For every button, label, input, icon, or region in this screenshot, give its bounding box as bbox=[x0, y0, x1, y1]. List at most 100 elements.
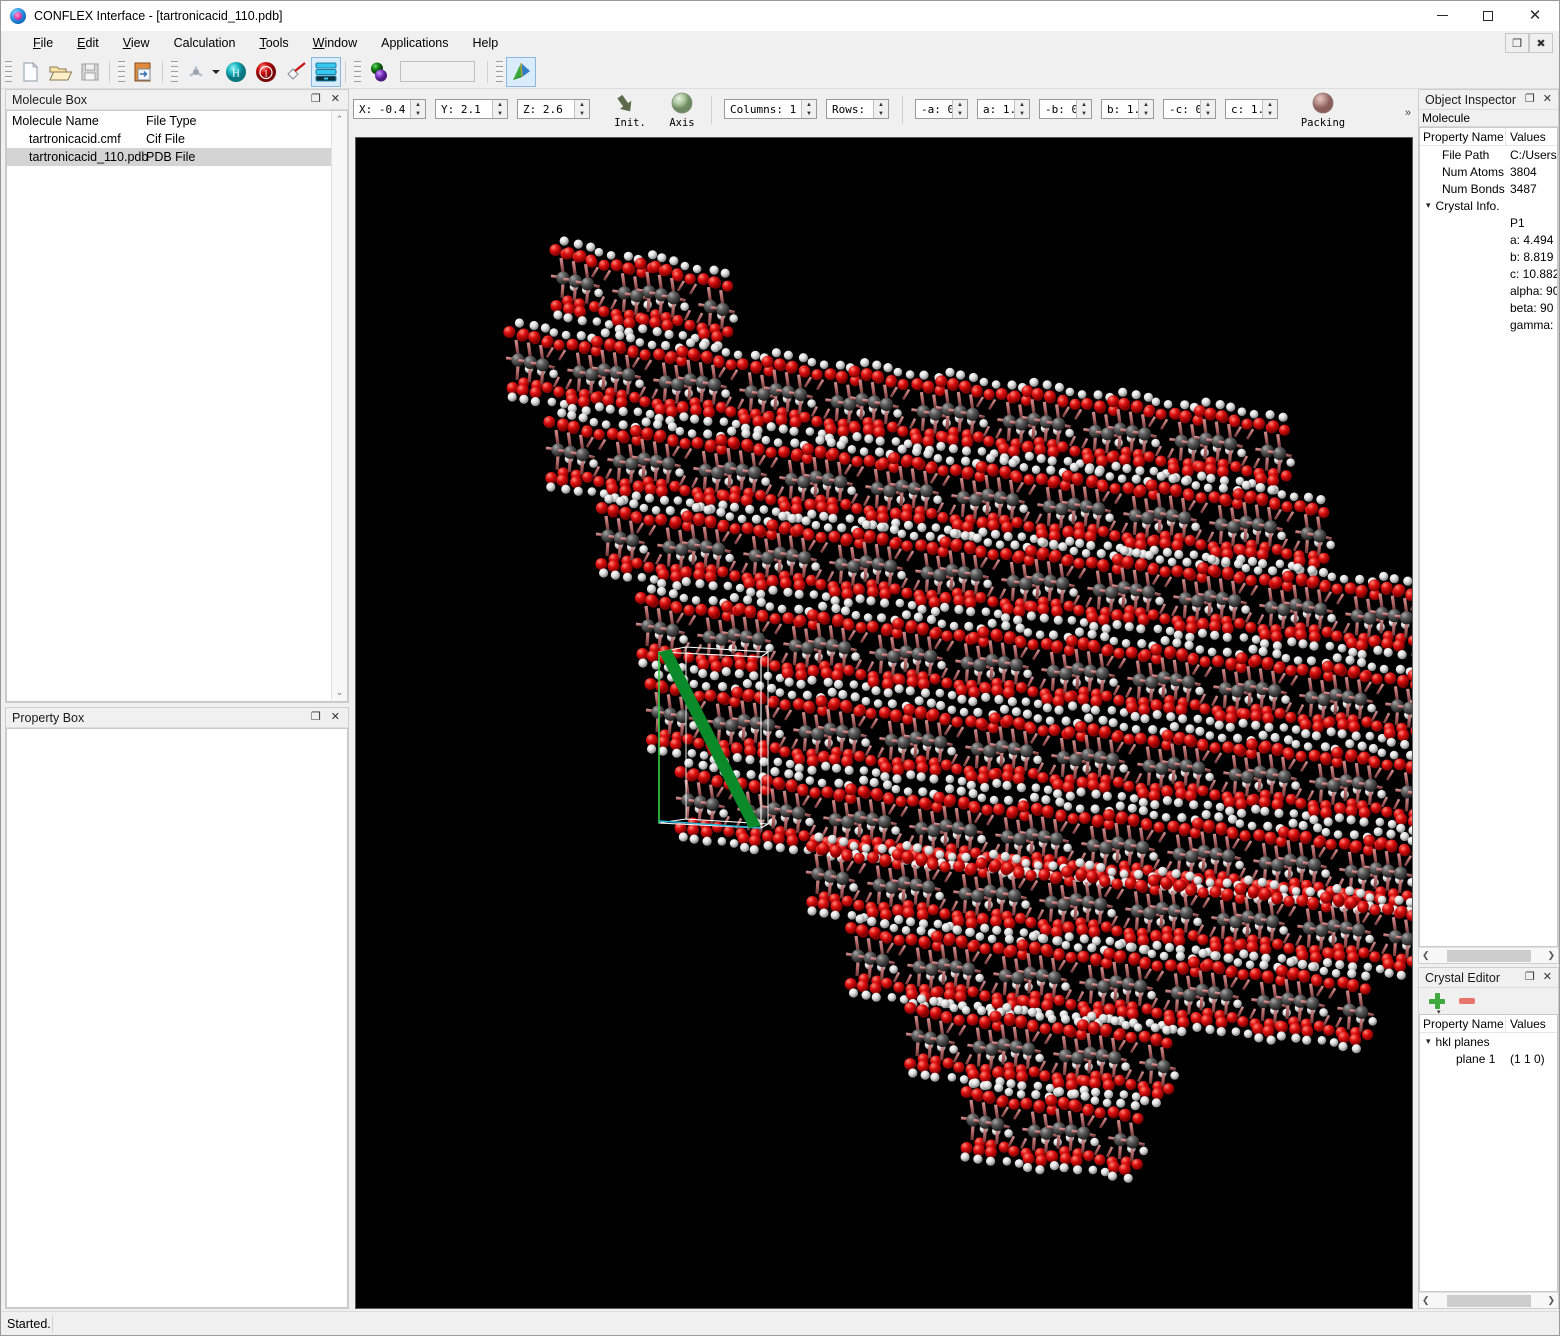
init-button[interactable]: Init. bbox=[609, 92, 651, 129]
property-name-expandable[interactable]: ▾ Crystal Info. bbox=[1420, 197, 1506, 214]
add-plane-button[interactable]: ▾ bbox=[1429, 993, 1445, 1016]
toolbar-overflow-button[interactable]: » bbox=[1405, 107, 1411, 119]
crystal-editor-float-button[interactable]: ❐ bbox=[1525, 972, 1535, 983]
x-offset-down-icon[interactable]: ▼ bbox=[411, 109, 425, 118]
z-offset-steppers[interactable]: ▲ ▼ bbox=[574, 100, 589, 118]
x-offset-steppers[interactable]: ▲ ▼ bbox=[410, 100, 425, 118]
rows-spinner[interactable]: Rows: 1 ▲ ▼ bbox=[826, 99, 889, 119]
toolbar-grip-2[interactable] bbox=[118, 60, 125, 83]
open-folder-button[interactable] bbox=[45, 57, 75, 87]
remove-plane-button[interactable] bbox=[1459, 998, 1475, 1004]
axis-toggle-button[interactable]: Axis bbox=[661, 92, 703, 129]
column-header-molecule-name[interactable]: Molecule Name bbox=[7, 114, 141, 128]
object-inspector-close-button[interactable]: ✕ bbox=[1543, 94, 1552, 105]
close-button[interactable]: ✕ bbox=[1511, 1, 1559, 31]
rows-down-icon[interactable]: ▼ bbox=[874, 109, 888, 118]
scroll-left-icon[interactable]: ❮ bbox=[1419, 1295, 1433, 1306]
packing-button[interactable]: Packing bbox=[1295, 92, 1351, 129]
model-dropdown-button[interactable] bbox=[211, 57, 221, 87]
z-offset-spinner[interactable]: Z: 2.6 ▲ ▼ bbox=[517, 99, 590, 119]
export-button[interactable] bbox=[128, 57, 158, 87]
neg-b-up-icon[interactable]: ▲ bbox=[1077, 100, 1091, 109]
pos-a-spinner[interactable]: a: 1.0 ▲ ▼ bbox=[977, 99, 1030, 119]
table-row[interactable]: c: 10.882 bbox=[1420, 265, 1557, 282]
menu-edit[interactable]: Edit bbox=[65, 33, 111, 53]
toolbar-grip[interactable] bbox=[5, 60, 12, 83]
pos-a-down-icon[interactable]: ▼ bbox=[1015, 109, 1029, 118]
rows-up-icon[interactable]: ▲ bbox=[874, 100, 888, 109]
list-item[interactable]: tartronicacid_110.pdb PDB File bbox=[7, 148, 331, 166]
table-row[interactable]: beta: 90 bbox=[1420, 299, 1557, 316]
menu-file[interactable]: File bbox=[21, 33, 65, 53]
atom-number-button[interactable]: 1 bbox=[251, 57, 281, 87]
pos-a-steppers[interactable]: ▲ ▼ bbox=[1014, 100, 1029, 118]
table-row[interactable]: ▾ hkl planes bbox=[1420, 1033, 1557, 1050]
mdi-restore-button[interactable]: ❐ bbox=[1505, 33, 1529, 53]
molecule-box-close-button[interactable]: ✕ bbox=[331, 94, 340, 105]
neg-a-spinner[interactable]: -a: 0.0 ▲ ▼ bbox=[915, 99, 968, 119]
toolbar-grip-4[interactable] bbox=[354, 60, 361, 83]
column-header-file-type[interactable]: File Type bbox=[141, 114, 331, 128]
pos-c-spinner[interactable]: c: 1.0 ▲ ▼ bbox=[1225, 99, 1278, 119]
columns-up-icon[interactable]: ▲ bbox=[802, 100, 816, 109]
menu-window[interactable]: Window bbox=[301, 33, 369, 53]
table-row[interactable]: a: 4.494 bbox=[1420, 231, 1557, 248]
column-header-property-name[interactable]: Property Name bbox=[1420, 128, 1506, 145]
z-offset-up-icon[interactable]: ▲ bbox=[575, 100, 589, 109]
menu-applications[interactable]: Applications bbox=[369, 33, 460, 53]
column-header-values[interactable]: Values bbox=[1506, 1017, 1557, 1031]
menu-help[interactable]: Help bbox=[461, 33, 511, 53]
neg-b-down-icon[interactable]: ▼ bbox=[1077, 109, 1091, 118]
scrollbar-thumb[interactable] bbox=[1446, 949, 1531, 962]
columns-down-icon[interactable]: ▼ bbox=[802, 109, 816, 118]
y-offset-down-icon[interactable]: ▼ bbox=[493, 109, 507, 118]
table-row[interactable]: plane 1 (1 1 0) bbox=[1420, 1050, 1557, 1067]
minimize-button[interactable] bbox=[1419, 1, 1465, 31]
crystal-editor-close-button[interactable]: ✕ bbox=[1543, 972, 1552, 983]
neg-b-steppers[interactable]: ▲ ▼ bbox=[1076, 100, 1091, 118]
scroll-right-icon[interactable]: ❯ bbox=[1544, 950, 1558, 961]
toolbar-grip-5[interactable] bbox=[496, 60, 503, 83]
table-row[interactable]: Num Bonds 3487 bbox=[1420, 180, 1557, 197]
scroll-up-icon[interactable]: ⌃ bbox=[336, 111, 344, 128]
layers-button[interactable] bbox=[311, 56, 341, 87]
toolbar-grip-3[interactable] bbox=[171, 60, 178, 83]
menu-tools[interactable]: Tools bbox=[247, 33, 300, 53]
neg-a-steppers[interactable]: ▲ ▼ bbox=[952, 100, 967, 118]
table-row[interactable]: P1 bbox=[1420, 214, 1557, 231]
pos-b-up-icon[interactable]: ▲ bbox=[1139, 100, 1153, 109]
axis-button[interactable] bbox=[506, 56, 536, 87]
neg-b-spinner[interactable]: -b: 0.0 ▲ ▼ bbox=[1039, 99, 1092, 119]
x-offset-spinner[interactable]: X: -0.4 ▲ ▼ bbox=[353, 99, 426, 119]
object-inspector-float-button[interactable]: ❐ bbox=[1525, 94, 1535, 105]
molecule-list-scrollbar[interactable]: ⌃ ⌄ bbox=[331, 111, 347, 701]
new-file-button[interactable] bbox=[15, 57, 45, 87]
bond-tool-button[interactable] bbox=[281, 57, 311, 87]
neg-a-up-icon[interactable]: ▲ bbox=[953, 100, 967, 109]
maximize-button[interactable] bbox=[1465, 1, 1511, 31]
neg-c-spinner[interactable]: -c: 0.0 ▲ ▼ bbox=[1163, 99, 1216, 119]
molecular-3d-viewport[interactable] bbox=[355, 137, 1413, 1309]
property-box-close-button[interactable]: ✕ bbox=[331, 712, 340, 723]
packing-view-button[interactable] bbox=[364, 57, 394, 87]
menu-calculation[interactable]: Calculation bbox=[162, 33, 248, 53]
column-header-property-name[interactable]: Property Name bbox=[1420, 1015, 1506, 1032]
menu-view[interactable]: View bbox=[111, 33, 162, 53]
table-row[interactable]: alpha: 90 bbox=[1420, 282, 1557, 299]
scrollbar-thumb[interactable] bbox=[1446, 1294, 1531, 1307]
columns-steppers[interactable]: ▲ ▼ bbox=[801, 100, 816, 118]
object-inspector-hscrollbar[interactable]: ❮ ❯ bbox=[1419, 947, 1558, 963]
neg-c-steppers[interactable]: ▲ ▼ bbox=[1200, 100, 1215, 118]
scroll-right-icon[interactable]: ❯ bbox=[1544, 1295, 1558, 1306]
scroll-left-icon[interactable]: ❮ bbox=[1419, 950, 1433, 961]
property-box-float-button[interactable]: ❐ bbox=[311, 712, 321, 723]
column-header-values[interactable]: Values bbox=[1506, 130, 1557, 144]
y-offset-spinner[interactable]: Y: 2.1 ▲ ▼ bbox=[435, 99, 508, 119]
property-name-expandable[interactable]: ▾ hkl planes bbox=[1420, 1033, 1506, 1050]
table-row[interactable]: gamma: 9 bbox=[1420, 316, 1557, 333]
table-row[interactable]: b: 8.819 bbox=[1420, 248, 1557, 265]
mdi-close-button[interactable]: ✖ bbox=[1529, 33, 1553, 53]
molecule-model-button[interactable] bbox=[181, 57, 211, 87]
neg-a-down-icon[interactable]: ▼ bbox=[953, 109, 967, 118]
list-item[interactable]: tartronicacid.cmf Cif File bbox=[7, 130, 331, 148]
